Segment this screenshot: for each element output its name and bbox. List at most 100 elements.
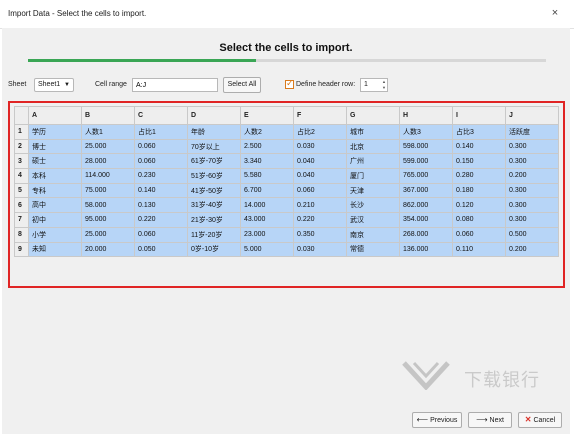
grid-cell[interactable]: 0岁-10岁	[187, 241, 241, 258]
grid-cell[interactable]: 0.040	[293, 168, 347, 184]
grid-cell[interactable]: 人数3	[399, 124, 453, 140]
column-header-j[interactable]: J	[505, 106, 559, 125]
row-header[interactable]: 2	[14, 138, 29, 155]
grid-cell[interactable]: 0.300	[505, 212, 559, 228]
grid-cell[interactable]: 6.700	[240, 182, 294, 199]
column-header-b[interactable]: B	[81, 106, 135, 125]
grid-cell[interactable]: 小学	[28, 226, 82, 243]
next-button[interactable]: ⟶ Next	[468, 412, 512, 428]
grid-cell[interactable]: 常德	[346, 241, 400, 258]
grid-cell[interactable]: 0.500	[505, 226, 559, 243]
grid-cell[interactable]: 43.000	[240, 212, 294, 228]
define-header-checkbox[interactable]: ✓	[285, 78, 294, 89]
grid-cell[interactable]: 广州	[346, 153, 400, 170]
grid-cell[interactable]: 0.350	[293, 226, 347, 243]
grid-cell[interactable]: 0.060	[452, 226, 506, 243]
grid-cell[interactable]: 0.140	[134, 182, 188, 199]
grid-cell[interactable]: 0.200	[505, 168, 559, 184]
grid-cell[interactable]: 862.000	[399, 197, 453, 214]
grid-cell[interactable]: 0.040	[293, 153, 347, 170]
grid-cell[interactable]: 0.200	[505, 241, 559, 258]
grid-corner-cell[interactable]	[14, 106, 29, 125]
grid-cell[interactable]: 0.220	[293, 212, 347, 228]
grid-cell[interactable]: 武汉	[346, 212, 400, 228]
grid-cell[interactable]: 11岁-20岁	[187, 226, 241, 243]
column-header-g[interactable]: G	[346, 106, 400, 125]
grid-cell[interactable]: 20.000	[81, 241, 135, 258]
grid-cell[interactable]: 本科	[28, 168, 82, 184]
grid-cell[interactable]: 年龄	[187, 124, 241, 140]
grid-cell[interactable]: 0.140	[452, 138, 506, 155]
grid-cell[interactable]: 599.000	[399, 153, 453, 170]
grid-cell[interactable]: 0.120	[452, 197, 506, 214]
grid-cell[interactable]: 0.300	[505, 138, 559, 155]
grid-cell[interactable]: 初中	[28, 212, 82, 228]
row-header[interactable]: 3	[14, 153, 29, 170]
grid-cell[interactable]: 2.500	[240, 138, 294, 155]
grid-cell[interactable]: 0.080	[452, 212, 506, 228]
grid-cell[interactable]: 61岁-70岁	[187, 153, 241, 170]
grid-cell[interactable]: 23.000	[240, 226, 294, 243]
cell-range-input[interactable]	[132, 78, 218, 92]
close-icon[interactable]: ×	[548, 6, 562, 20]
select-all-button[interactable]: Select All	[223, 77, 261, 93]
column-header-i[interactable]: I	[452, 106, 506, 125]
grid-cell[interactable]: 天津	[346, 182, 400, 199]
grid-cell[interactable]: 0.030	[293, 241, 347, 258]
grid-cell[interactable]: 25.000	[81, 138, 135, 155]
row-header[interactable]: 8	[14, 226, 29, 243]
grid-cell[interactable]: 学历	[28, 124, 82, 140]
grid-cell[interactable]: 58.000	[81, 197, 135, 214]
grid-cell[interactable]: 367.000	[399, 182, 453, 199]
row-header[interactable]: 5	[14, 182, 29, 199]
grid-cell[interactable]: 0.030	[293, 138, 347, 155]
grid-cell[interactable]: 北京	[346, 138, 400, 155]
grid-cell[interactable]: 人数2	[240, 124, 294, 140]
grid-cell[interactable]: 0.110	[452, 241, 506, 258]
grid-cell[interactable]: 占比1	[134, 124, 188, 140]
grid-cell[interactable]: 占比2	[293, 124, 347, 140]
grid-cell[interactable]: 厦门	[346, 168, 400, 184]
row-header[interactable]: 1	[14, 124, 29, 140]
grid-cell[interactable]: 21岁-30岁	[187, 212, 241, 228]
grid-cell[interactable]: 0.130	[134, 197, 188, 214]
grid-cell[interactable]: 14.000	[240, 197, 294, 214]
grid-cell[interactable]: 0.150	[452, 153, 506, 170]
grid-cell[interactable]: 136.000	[399, 241, 453, 258]
grid-cell[interactable]: 0.300	[505, 182, 559, 199]
column-header-f[interactable]: F	[293, 106, 347, 125]
grid-cell[interactable]: 城市	[346, 124, 400, 140]
grid-cell[interactable]: 0.180	[452, 182, 506, 199]
grid-cell[interactable]: 51岁-60岁	[187, 168, 241, 184]
grid-cell[interactable]: 598.000	[399, 138, 453, 155]
grid-cell[interactable]: 765.000	[399, 168, 453, 184]
grid-cell[interactable]: 0.210	[293, 197, 347, 214]
column-header-a[interactable]: A	[28, 106, 82, 125]
grid-cell[interactable]: 5.000	[240, 241, 294, 258]
grid-cell[interactable]: 0.230	[134, 168, 188, 184]
grid-cell[interactable]: 75.000	[81, 182, 135, 199]
grid-cell[interactable]: 0.060	[134, 226, 188, 243]
grid-cell[interactable]: 31岁-40岁	[187, 197, 241, 214]
column-header-h[interactable]: H	[399, 106, 453, 125]
grid-cell[interactable]: 41岁-50岁	[187, 182, 241, 199]
row-header[interactable]: 4	[14, 168, 29, 184]
column-header-e[interactable]: E	[240, 106, 294, 125]
grid-cell[interactable]: 0.300	[505, 153, 559, 170]
previous-button[interactable]: ⟵ Previous	[412, 412, 462, 428]
grid-cell[interactable]: 0.280	[452, 168, 506, 184]
grid-cell[interactable]: 南京	[346, 226, 400, 243]
grid-cell[interactable]: 354.000	[399, 212, 453, 228]
grid-cell[interactable]: 25.000	[81, 226, 135, 243]
grid-cell[interactable]: 0.220	[134, 212, 188, 228]
grid-cell[interactable]: 博士	[28, 138, 82, 155]
grid-cell[interactable]: 0.050	[134, 241, 188, 258]
row-header[interactable]: 9	[14, 241, 29, 258]
grid-cell[interactable]: 28.000	[81, 153, 135, 170]
grid-cell[interactable]: 0.060	[293, 182, 347, 199]
grid-cell[interactable]: 95.000	[81, 212, 135, 228]
grid-cell[interactable]: 5.580	[240, 168, 294, 184]
grid-cell[interactable]: 未知	[28, 241, 82, 258]
column-header-c[interactable]: C	[134, 106, 188, 125]
header-row-spinner[interactable]: 1 ▲ ▼	[360, 78, 388, 92]
